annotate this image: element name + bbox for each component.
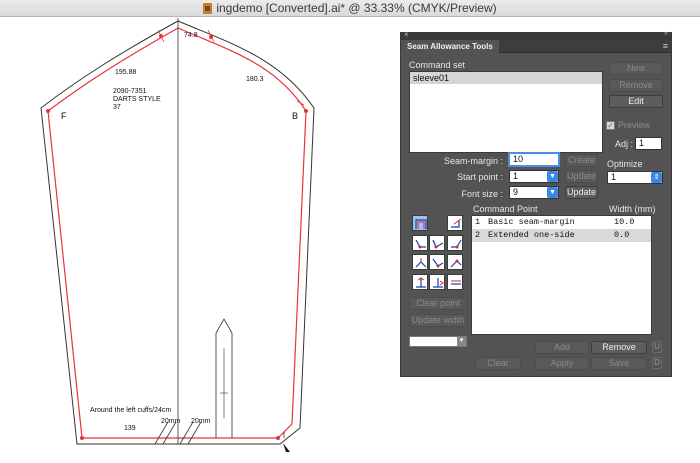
font-size-value: 9 (513, 187, 519, 197)
optimize-select[interactable]: 1 ⇕ (607, 171, 663, 184)
preview-label: Preview (618, 120, 651, 130)
command-point-header: Command Point (473, 204, 538, 214)
edit-button[interactable]: Edit (609, 95, 663, 108)
row-index: 1 (475, 217, 481, 227)
seam-line (47, 27, 307, 439)
command-point-table[interactable]: 1 Basic seam-margin 10.0 2 Extended one-… (471, 215, 652, 335)
chevron-down-icon: ▼ (547, 187, 558, 198)
label-hem-mid2: 20mm (191, 418, 211, 425)
clear-button[interactable]: Clear (475, 357, 521, 370)
add-button[interactable]: Add (535, 341, 589, 354)
start-point-value: 1 (513, 171, 519, 181)
panel-tab-title[interactable]: Seam Allowance Tools (401, 40, 499, 53)
font-size-label: Font size : (461, 189, 503, 199)
table-row[interactable]: 2 Extended one-side 0.0 (472, 229, 651, 242)
seam-margin-label: Seam-margin : (443, 156, 503, 166)
seam-extend-icon (432, 239, 444, 249)
notch-b (296, 100, 305, 106)
corner-dot-hem-left (80, 436, 84, 440)
adj-label: Adj : (615, 139, 634, 149)
tool-split-flat[interactable] (447, 274, 463, 290)
tool-extend-right[interactable] (429, 235, 445, 251)
corner-dot-hem-right (276, 436, 280, 440)
tool-fold-right[interactable] (429, 254, 445, 270)
down-key[interactable]: D (652, 357, 662, 369)
seam-corner-icon (451, 218, 462, 228)
start-point-label: Start point : (456, 172, 503, 182)
seam-extend-icon (415, 239, 426, 249)
tool-extend-left[interactable] (412, 235, 428, 251)
up-key[interactable]: U (652, 341, 662, 353)
label-cap-left: 195.88 (115, 69, 137, 76)
stepper-icon: ⇕ (651, 172, 662, 183)
collapse-icon[interactable]: « (664, 30, 668, 37)
start-point-select[interactable]: 1 ▼ (509, 170, 559, 183)
close-icon[interactable]: × (404, 30, 409, 39)
optimize-label: Optimize (607, 159, 643, 169)
table-row[interactable]: 1 Basic seam-margin 10.0 (472, 216, 651, 229)
row-name: Basic seam-margin (488, 217, 575, 227)
new-button[interactable]: New (609, 62, 663, 75)
seam-allowance-panel: × « Seam Allowance Tools ≡ Command set s… (400, 30, 672, 377)
seam-margin-field[interactable]: 10 (508, 152, 560, 167)
label-hem-mid1: 20mm (161, 418, 181, 425)
create-button[interactable]: Create (565, 154, 598, 167)
corner-dot-f (46, 109, 50, 113)
command-set-list[interactable]: sleeve01 (409, 71, 603, 153)
remove-button[interactable]: Remove (591, 341, 647, 354)
tool-extend-angle[interactable] (447, 235, 463, 251)
remove-set-button[interactable]: Remove (609, 79, 663, 92)
row-name: Extended one-side (488, 230, 575, 240)
corner-handle (283, 443, 290, 452)
command-set-item[interactable]: sleeve01 (410, 72, 602, 84)
tool-fold-left[interactable] (412, 254, 428, 270)
label-side-b: B (292, 111, 299, 121)
panel-drag-bar[interactable]: × « (401, 30, 671, 40)
row-index: 2 (475, 230, 481, 240)
label-hem-left: 139 (124, 425, 136, 432)
tool-split-up[interactable] (412, 274, 428, 290)
seam-fold-icon (432, 258, 444, 268)
seam-split-icon (433, 278, 444, 288)
update-start-button[interactable]: Update (565, 170, 598, 183)
save-button[interactable]: Save (591, 357, 647, 370)
color-swatch-select[interactable]: ▼ (409, 336, 467, 347)
cut-outline (40, 20, 315, 445)
label-cuff-note: Around the left cuffs/24cm (90, 407, 172, 414)
clear-point-button[interactable]: Clear point (409, 297, 467, 310)
tool-basic-seam[interactable] (412, 215, 428, 231)
window-title: ingdemo [Converted].ai* @ 33.33% (CMYK/P… (216, 1, 497, 15)
label-cap-right: 180.3 (246, 76, 264, 83)
tool-fold-angle[interactable] (447, 254, 463, 270)
label-side-f: F (61, 111, 67, 121)
chevron-down-icon: ▼ (547, 171, 558, 182)
row-width: 10.0 (614, 217, 635, 227)
apply-button[interactable]: Apply (535, 357, 589, 370)
document-icon (203, 2, 213, 14)
seam-basic-icon (415, 219, 427, 229)
seam-fold-icon (450, 259, 462, 268)
optimize-value: 1 (611, 172, 617, 182)
panel-menu-icon[interactable]: ≡ (663, 40, 668, 53)
seam-angle-icon (451, 239, 462, 249)
font-size-select[interactable]: 9 ▼ (509, 186, 559, 199)
adj-field[interactable]: 1 (635, 137, 662, 150)
command-set-label: Command set (409, 60, 466, 70)
seam-split-icon (451, 280, 461, 285)
tool-corner-right[interactable] (447, 215, 463, 231)
panel-tab-bar: Seam Allowance Tools ≡ (401, 40, 671, 53)
tool-split-side[interactable] (429, 274, 445, 290)
window-title-bar: ingdemo [Converted].ai* @ 33.33% (CMYK/P… (0, 0, 700, 17)
update-font-button[interactable]: Update (565, 186, 598, 199)
seam-split-icon (416, 277, 426, 288)
preview-checkbox[interactable]: ✓ (606, 121, 615, 130)
seam-fold-icon (415, 258, 427, 268)
update-width-button[interactable]: Update width (409, 314, 467, 327)
row-width: 0.0 (614, 230, 630, 240)
label-cap-top: 74.8 (184, 32, 198, 39)
label-style-info: 2090-7351 DARTS STYLE 37 (113, 88, 161, 111)
chevron-down-icon: ▼ (457, 337, 466, 346)
corner-dot-b (304, 109, 308, 113)
width-mm-header: Width (mm) (609, 204, 656, 214)
